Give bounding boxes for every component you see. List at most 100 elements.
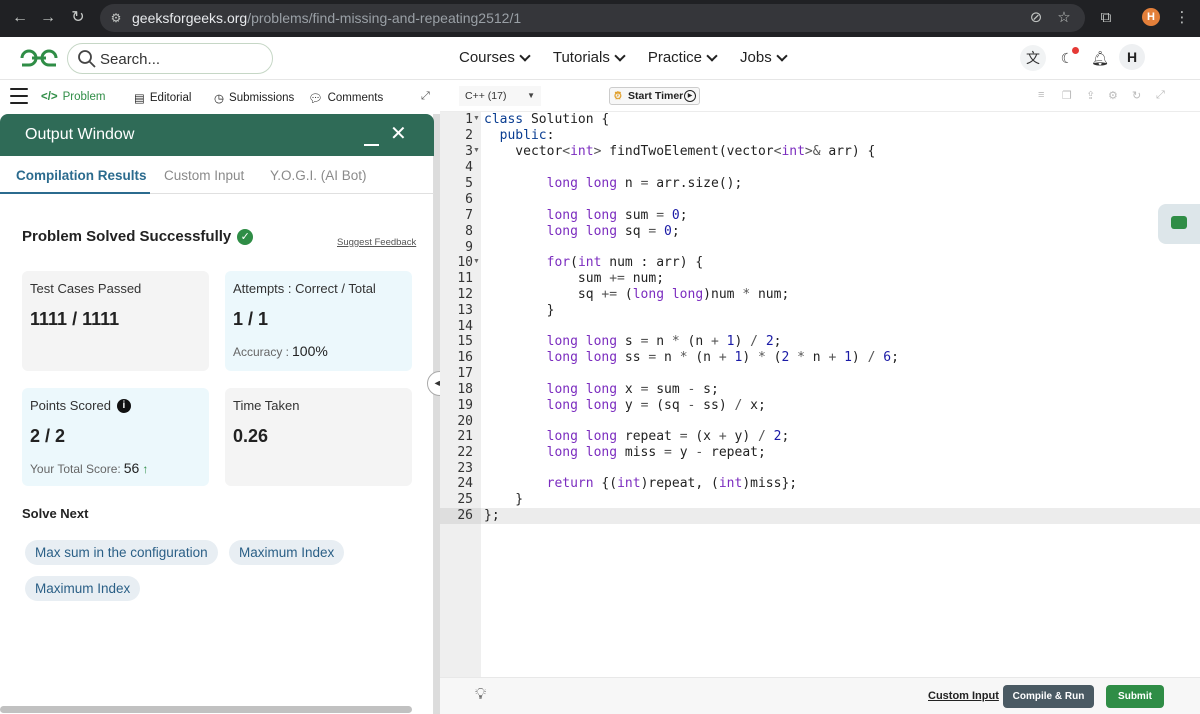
solve-next-chip[interactable]: Max sum in the configuration: [25, 540, 218, 565]
star-icon[interactable]: ☆: [1054, 8, 1074, 28]
url-path: /problems/find-missing-and-repeating2512…: [247, 10, 522, 26]
status-text: Problem Solved Successfully: [22, 228, 232, 245]
translate-icon[interactable]: 文: [1020, 45, 1046, 71]
accuracy-value: 100%: [292, 343, 328, 359]
points-label-row: Points Scored i: [30, 398, 131, 413]
floating-chat-button[interactable]: [1158, 204, 1200, 244]
code-line: };: [484, 508, 500, 523]
search-input[interactable]: [100, 49, 260, 69]
test-cases-label: Test Cases Passed: [30, 281, 142, 296]
nav-practice[interactable]: Practice: [647, 49, 718, 66]
code-line: long long sq = 0;: [546, 224, 680, 239]
code-line: sq += (long long)num * num;: [484, 287, 790, 302]
fold-arrow-icon[interactable]: ▼: [473, 258, 480, 265]
settings-icon[interactable]: ⚙: [1108, 89, 1118, 102]
tab-comments[interactable]: 💬︎ Comments: [308, 91, 383, 105]
minimize-icon[interactable]: [364, 144, 379, 146]
nav-practice-label: Practice: [647, 49, 703, 66]
chat-icon: [1171, 216, 1187, 229]
nav-courses[interactable]: Courses: [459, 49, 531, 66]
line-number: 3: [465, 144, 473, 159]
line-number: 19: [457, 398, 473, 413]
check-circle-icon: ✓: [237, 228, 254, 245]
line-number: 1: [465, 112, 473, 127]
clock-icon: ◷: [214, 93, 225, 105]
kebab-menu-icon[interactable]: ⋮: [1172, 8, 1192, 28]
nav-courses-label: Courses: [459, 49, 515, 66]
back-icon[interactable]: ←: [10, 8, 30, 28]
language-select[interactable]: C++ (17) ▼: [459, 86, 541, 106]
code-line: long long n = arr.size();: [546, 176, 743, 191]
reset-icon[interactable]: ↻: [1132, 89, 1141, 102]
points-value: 2 / 2: [30, 426, 66, 446]
bell-icon[interactable]: 🔔︎: [1087, 45, 1113, 71]
solve-next-chip[interactable]: Maximum Index: [229, 540, 345, 565]
url-host: geeksforgeeks.org: [132, 10, 248, 26]
compile-run-button[interactable]: Compile & Run: [1003, 685, 1094, 708]
horizontal-scrollbar[interactable]: [0, 706, 412, 713]
copy-icon[interactable]: ❐: [1062, 89, 1072, 102]
nav-jobs[interactable]: Jobs: [740, 49, 788, 66]
time-taken-label: Time Taken: [233, 398, 300, 413]
start-timer-label: Start Timer: [628, 90, 684, 102]
nav-tutorials[interactable]: Tutorials: [553, 49, 626, 66]
line-number: 16: [457, 350, 473, 365]
tab-editorial[interactable]: ▤ Editorial: [134, 91, 191, 105]
test-cases-card: Test Cases Passed 1111 / 1111: [22, 271, 209, 371]
line-number: 18: [457, 382, 473, 397]
dark-mode-icon[interactable]: ☾: [1054, 45, 1080, 71]
code-line: vector<int> findTwoElement(vector<int>& …: [484, 144, 876, 159]
nav-jobs-label: Jobs: [740, 49, 772, 66]
tab-yogi-ai-bot[interactable]: Y.O.G.I. (AI Bot): [270, 168, 367, 183]
search-box[interactable]: [67, 43, 273, 74]
tab-comments-label: Comments: [327, 92, 384, 104]
attempts-value: 1 / 1: [233, 309, 269, 329]
line-number: 17: [457, 366, 473, 381]
editor-toolbar: C++ (17) ▼ ⏰︎ Start Timer ▶ ≡ ❐ ⇪ ⚙ ↻ ⤢: [440, 80, 1200, 112]
fold-arrow-icon[interactable]: ▼: [473, 115, 480, 122]
caret-down-icon: ▼: [527, 91, 535, 100]
close-icon[interactable]: ✕: [390, 124, 407, 144]
start-timer-button[interactable]: ⏰︎ Start Timer ▶: [609, 87, 700, 105]
info-icon[interactable]: i: [116, 398, 131, 413]
hamburger-menu-icon[interactable]: [10, 88, 28, 104]
suggest-feedback-link[interactable]: Suggest Feedback: [337, 237, 416, 248]
active-tab-indicator: [0, 192, 150, 194]
gfg-logo-icon[interactable]: [18, 47, 60, 74]
tab-submissions[interactable]: ◷ Submissions: [214, 91, 294, 105]
site-settings-icon[interactable]: ⚙: [106, 8, 126, 28]
line-number: 7: [465, 208, 473, 223]
custom-input-link[interactable]: Custom Input: [928, 690, 999, 702]
line-number: 8: [465, 224, 473, 239]
solve-next-chip[interactable]: Maximum Index: [25, 576, 141, 601]
solve-next-title: Solve Next: [22, 506, 89, 521]
code-line: long long repeat = (x + y) / 2;: [546, 429, 790, 444]
code-editor[interactable]: 1 2 3 4 5 6 7 8 9 10 11 12 13 14 15 16 17 18 19 20 21 22 23 24 2…: [440, 112, 1200, 677]
fullscreen-icon[interactable]: ⤢: [1156, 89, 1165, 102]
line-number: 5: [465, 176, 473, 191]
reload-icon[interactable]: ↻: [68, 8, 88, 28]
time-taken-value: 0.26: [233, 426, 269, 446]
lightbulb-icon[interactable]: 💡︎: [475, 686, 486, 704]
forward-icon[interactable]: →: [38, 8, 58, 28]
address-bar[interactable]: ⚙ geeksforgeeks.org/problems/find-missin…: [100, 4, 1085, 32]
browser-profile-avatar[interactable]: H: [1142, 8, 1160, 26]
tab-problem[interactable]: </> Problem: [41, 91, 105, 103]
submit-button[interactable]: Submit: [1106, 685, 1164, 708]
active-line-highlight: [481, 508, 1200, 524]
url-text: geeksforgeeks.org/problems/find-missing-…: [132, 10, 521, 26]
status-title: Problem Solved Successfully ✓: [22, 228, 254, 245]
user-avatar[interactable]: H: [1119, 44, 1145, 70]
line-number: 12: [457, 287, 473, 302]
eye-off-icon[interactable]: ⊘: [1026, 8, 1046, 28]
fold-arrow-icon[interactable]: ▼: [473, 147, 480, 154]
total-score-label: Your Total Score:: [30, 462, 121, 476]
language-select-value: C++ (17): [465, 90, 507, 102]
tab-custom-input[interactable]: Custom Input: [164, 168, 244, 183]
format-icon[interactable]: ≡: [1038, 89, 1044, 101]
expand-icon[interactable]: ⤢: [421, 90, 430, 103]
alarm-clock-icon: ⏰︎: [614, 91, 622, 102]
tab-compilation-results[interactable]: Compilation Results: [16, 168, 147, 183]
extensions-icon[interactable]: ⧉: [1096, 8, 1116, 28]
upload-icon[interactable]: ⇪: [1086, 89, 1095, 102]
